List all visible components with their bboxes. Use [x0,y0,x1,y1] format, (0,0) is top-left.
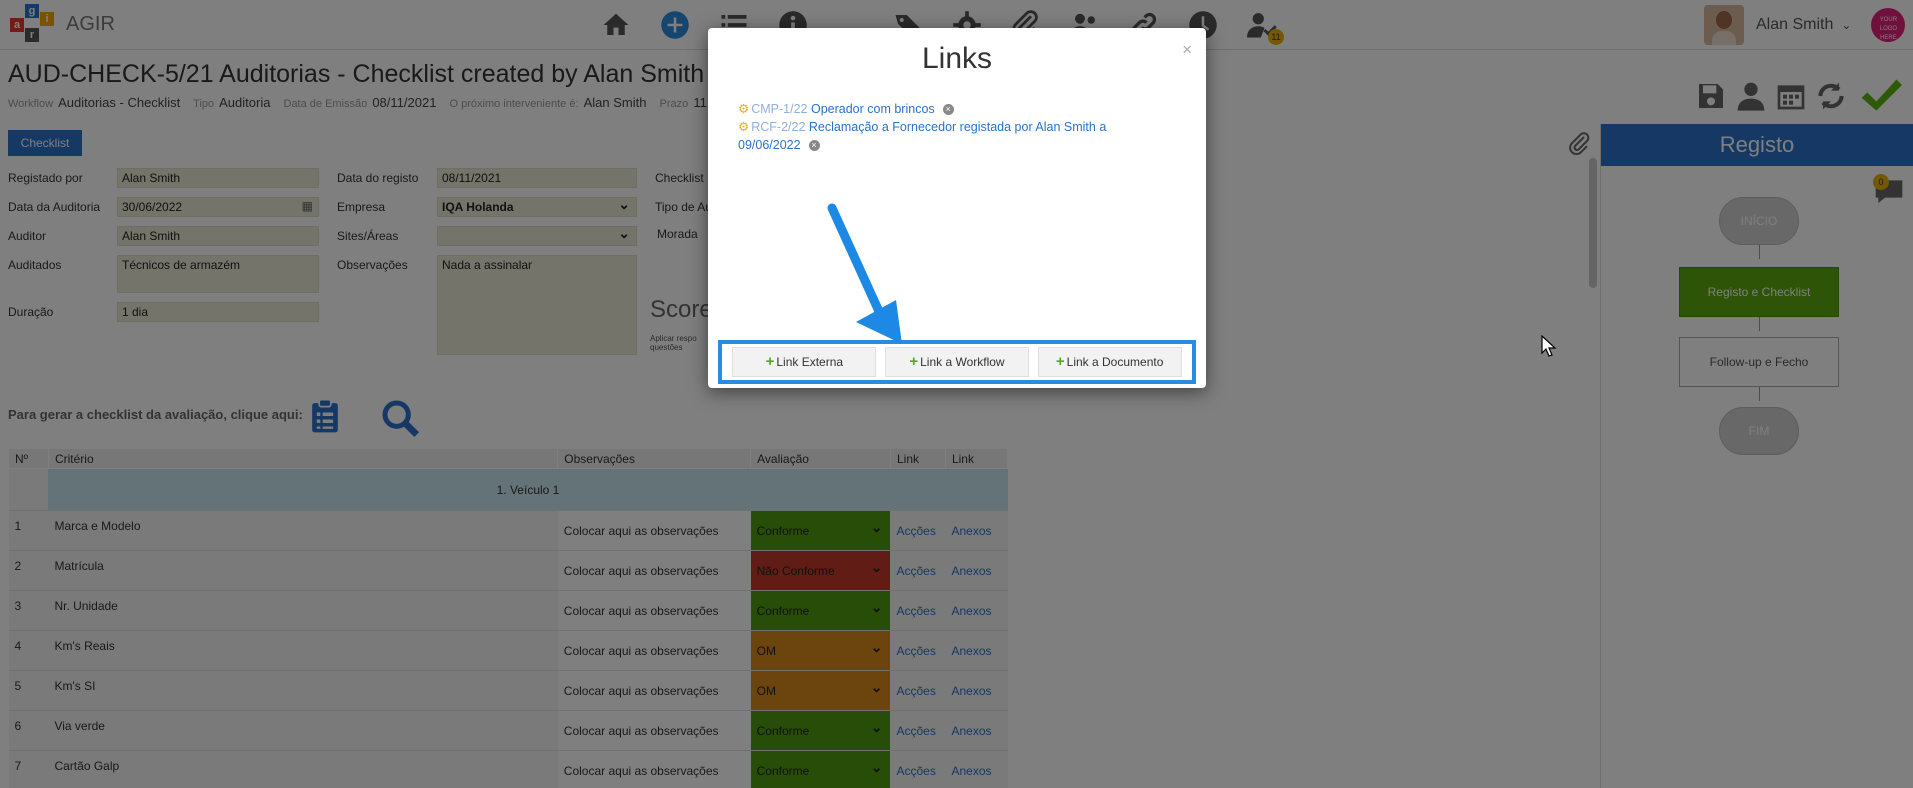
remove-icon[interactable]: × [942,104,954,116]
link-item[interactable]: ⚙ CMP-1/22 Operador com brincos × [738,100,1138,118]
plus-icon: + [1055,353,1065,370]
workflow-icon: ⚙ [738,102,750,116]
link-code: CMP-1/22 [751,102,808,116]
link-code: RCF-2/22 [751,120,806,134]
mouse-cursor-icon [1541,335,1557,357]
links-modal: Links × ⚙ CMP-1/22 Operador com brincos × … [708,28,1206,388]
link-item[interactable]: ⚙ RCF-2/22 Reclamação a Fornecedor regist… [738,118,1138,154]
link-workflow-button[interactable]: + Link a Workflow [884,347,1029,377]
link-text: Operador com brincos [810,102,935,116]
arrow-annotation-icon [827,203,902,344]
modal-footer: + Link Externa + Link a Workflow + Link a D… [718,340,1196,384]
plus-icon: + [909,353,919,370]
modal-title: Links [921,42,993,75]
button-label: Link a Documento [1066,355,1164,369]
button-label: Link Externa [776,355,844,369]
button-label: Link a Workflow [920,355,1005,369]
workflow-icon: ⚙ [738,120,750,134]
close-icon[interactable]: × [1182,40,1192,60]
link-documento-button[interactable]: + Link a Documento [1037,347,1182,377]
plus-icon: + [765,353,775,370]
link-externa-button[interactable]: + Link Externa [732,347,877,377]
remove-icon[interactable]: × [808,140,820,152]
